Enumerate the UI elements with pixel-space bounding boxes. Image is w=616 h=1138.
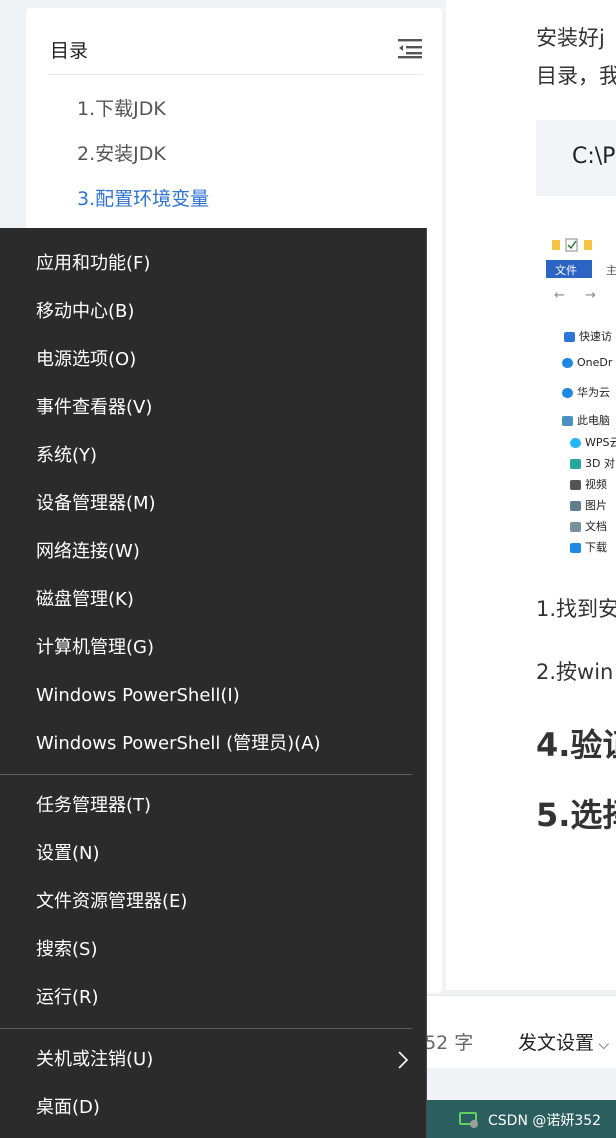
document-icon xyxy=(570,522,581,532)
explorer-sidebar-item: 华为云 xyxy=(562,384,610,400)
wechat-screen-icon xyxy=(459,1112,478,1128)
menu-item-disk-management[interactable]: 磁盘管理(K) xyxy=(0,578,412,622)
publish-settings-button[interactable]: 发文设置 ⌵ xyxy=(518,1028,609,1055)
toc-divider xyxy=(48,74,422,75)
menu-item-event-viewer[interactable]: 事件查看器(V) xyxy=(0,386,412,430)
menu-item-powershell-admin[interactable]: Windows PowerShell (管理员)(A) xyxy=(0,722,412,766)
code-block: C:\P xyxy=(536,120,616,196)
explorer-sidebar-item: 视频 xyxy=(570,476,607,492)
ribbon-home-label: 主 xyxy=(606,264,616,277)
menu-item-shutdown-signout[interactable]: 关机或注销(U) xyxy=(0,1038,412,1082)
explorer-sidebar-item: 3D 对 xyxy=(570,455,615,471)
menu-item-network-connections[interactable]: 网络连接(W) xyxy=(0,530,412,574)
menu-item-system[interactable]: 系统(Y) xyxy=(0,434,412,478)
image-icon xyxy=(570,501,581,511)
menu-item-settings[interactable]: 设置(N) xyxy=(0,832,412,876)
csdn-watermark: CSDN @诺妍352 xyxy=(488,1113,602,1129)
file-explorer-screenshot: 文件 主 ← → ⌄ 快速访 OneDr 华为云 此电脑 WPS云 3D 对 视… xyxy=(536,232,616,562)
article-paragraph-line: 安装好j xyxy=(536,26,605,50)
code-text: C:\P xyxy=(572,144,616,169)
menu-item-label: 关机或注销(U) xyxy=(36,1049,154,1070)
publish-settings-label: 发文设置 xyxy=(518,1032,595,1054)
article-step-1: 1.找到安 xyxy=(536,597,616,621)
cloud-icon xyxy=(570,438,581,448)
menu-item-device-manager[interactable]: 设备管理器(M) xyxy=(0,482,412,526)
film-icon xyxy=(570,480,581,490)
toc-item-configure-env[interactable]: 3.配置环境变量 xyxy=(77,184,209,211)
explorer-sidebar-item: 此电脑 xyxy=(562,412,610,428)
article-step-2: 2.按win xyxy=(536,660,614,684)
menu-item-desktop[interactable]: 桌面(D) xyxy=(0,1086,412,1130)
cloud-icon xyxy=(562,358,573,368)
explorer-sidebar-item: OneDr xyxy=(562,356,612,369)
menu-item-task-manager[interactable]: 任务管理器(T) xyxy=(0,784,412,828)
article-content: 安装好j 目录，我 C:\P 文件 主 ← → ⌄ 快速访 OneDr 华为云 … xyxy=(446,0,616,990)
download-icon xyxy=(570,543,581,553)
menu-item-power-options[interactable]: 电源选项(O) xyxy=(0,338,412,382)
explorer-sidebar-item: WPS云 xyxy=(570,434,616,450)
explorer-sidebar-item: 快速访 xyxy=(564,328,612,344)
menu-item-file-explorer[interactable]: 文件资源管理器(E) xyxy=(0,880,412,924)
article-heading-5: 5.选择 xyxy=(536,796,616,834)
cloud-icon xyxy=(562,388,573,398)
menu-item-search[interactable]: 搜索(S) xyxy=(0,928,412,972)
taskbar: CSDN @诺妍352 xyxy=(427,1100,616,1138)
menu-item-run[interactable]: 运行(R) xyxy=(0,976,412,1020)
menu-separator xyxy=(0,1028,412,1029)
menu-item-apps-features[interactable]: 应用和功能(F) xyxy=(0,242,412,286)
explorer-sidebar-item: 下载 xyxy=(570,539,607,555)
collapse-toc-icon[interactable] xyxy=(398,37,422,59)
toc-item-download-jdk[interactable]: 1.下载JDK xyxy=(77,94,166,121)
nav-arrows-icon: ← → ⌄ xyxy=(554,288,616,303)
article-paragraph-line: 目录，我 xyxy=(536,64,616,88)
menu-item-mobility-center[interactable]: 移动中心(B) xyxy=(0,290,412,334)
menu-item-powershell[interactable]: Windows PowerShell(I) xyxy=(0,674,412,718)
article-heading-4: 4.验证 xyxy=(536,726,616,764)
ribbon-file-label: 文件 xyxy=(555,264,577,277)
computer-icon xyxy=(562,416,573,426)
explorer-sidebar-item: 文档 xyxy=(570,518,607,534)
winx-context-menu: 应用和功能(F) 移动中心(B) 电源选项(O) 事件查看器(V) 系统(Y) … xyxy=(0,228,427,1138)
chevron-down-icon: ⌵ xyxy=(594,1037,610,1053)
toc-title: 目录 xyxy=(50,40,89,62)
star-icon xyxy=(564,332,575,342)
menu-separator xyxy=(0,774,412,775)
quick-access-toolbar-icon xyxy=(552,238,592,252)
toc-item-install-jdk[interactable]: 2.安装JDK xyxy=(77,139,166,166)
menu-item-computer-management[interactable]: 计算机管理(G) xyxy=(0,626,412,670)
cube-icon xyxy=(570,459,581,469)
chevron-right-icon xyxy=(398,1051,409,1069)
explorer-sidebar-item: 图片 xyxy=(570,497,607,513)
